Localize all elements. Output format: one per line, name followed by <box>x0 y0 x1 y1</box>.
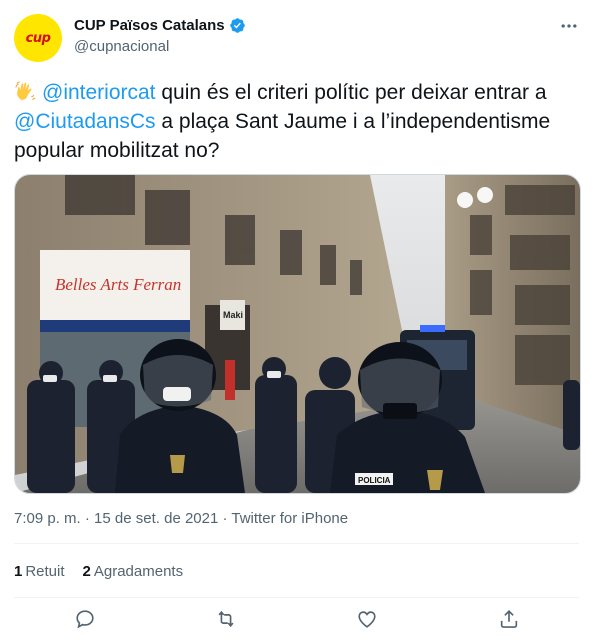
shop-sign-text: Belles Arts Ferran <box>55 275 181 294</box>
like-icon[interactable] <box>354 606 380 632</box>
retweet-icon[interactable] <box>213 606 239 632</box>
likes-label: Agradaments <box>93 563 184 580</box>
account-handle[interactable]: @cupnacional <box>74 38 169 55</box>
police-label-text: POLICIA <box>358 476 391 485</box>
reply-icon[interactable] <box>72 606 98 632</box>
retweets-stat[interactable]: 1 Retuit <box>14 563 65 580</box>
divider <box>14 597 579 598</box>
tweet-text: @interiorcat quin és el criteri polític … <box>14 78 574 165</box>
tweet-metadata: 7:09 p. m. · 15 de set. de 2021 · Twitte… <box>14 510 348 527</box>
more-options-icon[interactable] <box>557 14 581 38</box>
likes-count: 2 <box>82 563 91 580</box>
action-bar <box>14 600 579 640</box>
verified-badge-icon <box>229 18 245 33</box>
share-icon[interactable] <box>496 606 522 632</box>
meta-separator: · <box>218 510 232 527</box>
mention-link[interactable]: @CiutadansCs <box>14 110 156 133</box>
tweet-text-part: quin és el criteri polític per deixar en… <box>155 81 547 104</box>
mention-link[interactable]: @interiorcat <box>42 81 156 104</box>
tweet-time[interactable]: 7:09 p. m. <box>14 510 81 527</box>
display-name[interactable]: CUP Països Catalans <box>74 17 225 34</box>
retweets-label: Retuit <box>25 563 65 580</box>
tweet-photo[interactable]: Belles Arts Ferran Maki POLICIA <box>14 174 581 494</box>
avatar-logo-text: cup <box>25 30 51 46</box>
account-name[interactable]: CUP Països Catalans <box>74 17 246 34</box>
avatar[interactable]: cup <box>14 14 62 62</box>
street-scene-image: Belles Arts Ferran Maki POLICIA <box>15 175 580 493</box>
retweets-count: 1 <box>14 563 23 580</box>
maki-sign-text: Maki <box>223 310 243 320</box>
divider <box>14 543 579 544</box>
tweet-client[interactable]: Twitter for iPhone <box>231 510 348 527</box>
waving-hand-icon <box>15 81 36 100</box>
likes-stat[interactable]: 2 Agradaments <box>83 563 184 580</box>
tweet-date[interactable]: 15 de set. de 2021 <box>94 510 218 527</box>
tweet-card: cup CUP Països Catalans @cupnacional @in… <box>0 0 597 644</box>
engagement-stats: 1 Retuit 2 Agradaments <box>14 563 183 580</box>
meta-separator: · <box>80 510 95 527</box>
